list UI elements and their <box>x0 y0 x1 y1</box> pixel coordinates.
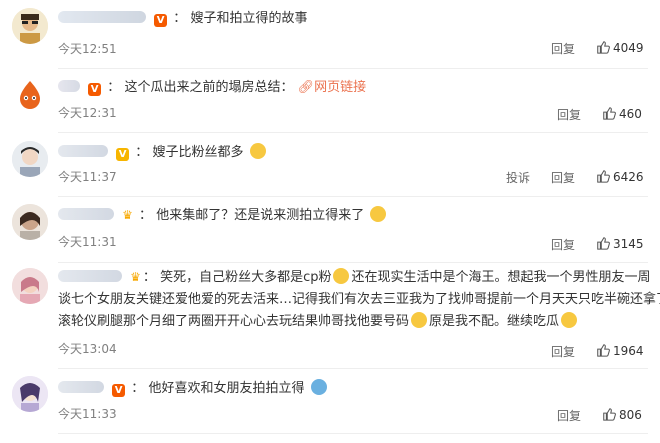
comment-header: V ： 这个瓜出来之前的塌房总结： 🔗︎网页链接 <box>58 79 366 97</box>
grinning-emoji-icon <box>411 312 428 328</box>
colon: ： <box>139 208 153 223</box>
like-count: 460 <box>619 107 642 121</box>
reply-button[interactable]: 回复 <box>557 106 581 123</box>
comment-text-part: 笑死，自己粉丝大多都是cp粉 <box>160 270 332 285</box>
reply-button[interactable]: 回复 <box>551 236 575 253</box>
avatar[interactable] <box>12 76 48 112</box>
thinking-emoji-icon <box>370 206 387 222</box>
like-button[interactable]: 3145 <box>596 236 644 251</box>
link-icon: 🔗︎ <box>297 80 315 95</box>
reply-button[interactable]: 回复 <box>551 169 575 186</box>
avatar[interactable] <box>12 8 48 44</box>
comment-text: 嫂子比粉丝都多 <box>152 145 244 160</box>
verified-icon: V <box>88 83 102 96</box>
crown-icon: ♛ <box>130 270 141 284</box>
timestamp: 今天12:51 <box>58 42 117 56</box>
avatar[interactable] <box>12 268 48 304</box>
username-blur[interactable] <box>58 11 146 23</box>
divider <box>58 262 648 263</box>
thumbs-up-icon <box>597 41 610 54</box>
reply-button[interactable]: 回复 <box>551 40 575 57</box>
comment-text: 他来集邮了？还是说来测拍立得来了 <box>156 208 365 223</box>
timestamp: 今天11:31 <box>58 235 117 249</box>
divider <box>58 433 648 434</box>
comment-text: 他好喜欢和女朋友拍拍立得 <box>148 381 305 396</box>
reply-button[interactable]: 回复 <box>557 407 581 424</box>
thumbs-up-icon <box>597 237 610 250</box>
username-blur[interactable] <box>58 208 114 220</box>
timestamp: 今天11:37 <box>58 170 117 184</box>
eating-emoji-icon <box>561 312 578 328</box>
username-blur[interactable] <box>58 145 108 157</box>
divider <box>58 68 648 69</box>
like-count: 806 <box>619 408 642 422</box>
timestamp: 今天11:33 <box>58 407 117 421</box>
doraemon-emoji-icon <box>310 379 327 395</box>
divider <box>58 132 648 133</box>
like-count: 4049 <box>613 41 644 55</box>
username-blur[interactable] <box>58 80 80 92</box>
divider <box>58 196 648 197</box>
comment-header: V ： 他好喜欢和女朋友拍拍立得 <box>58 379 329 398</box>
comment-header: V ： 嫂子比粉丝都多 <box>58 143 268 162</box>
colon: ： <box>142 270 156 285</box>
web-link[interactable]: 🔗︎网页链接 <box>298 80 367 95</box>
like-button[interactable]: 1964 <box>596 343 644 358</box>
comment-text: 这个瓜出来之前的塌房总结： <box>124 80 294 95</box>
report-button[interactable]: 投诉 <box>506 169 530 186</box>
colon: ： <box>131 381 145 396</box>
colon: ： <box>173 11 187 26</box>
like-button[interactable]: 6426 <box>596 169 644 184</box>
laughing-emoji-icon <box>333 268 350 284</box>
comment-line-1: ♛： 笑死，自己粉丝大多都是cp粉 还在现实生活中是个海王。想起我一个男性朋友一周 <box>58 266 652 289</box>
username-blur[interactable] <box>58 381 104 393</box>
comment-line-2: 谈七个女朋友关键还爱他爱的死去活来…记得我们有次去三亚我为了找帅哥提前一个月天天… <box>58 292 660 307</box>
like-button[interactable]: 806 <box>602 407 642 422</box>
comment-text: ♛： 笑死，自己粉丝大多都是cp粉 还在现实生活中是个海王。想起我一个男性朋友一周… <box>58 266 660 333</box>
verified-icon: V <box>116 148 130 161</box>
comment-text-part: 滚轮仪刷腿那个月细了两圈开开心心去玩结果帅哥找他要号码 <box>58 314 410 329</box>
comment-text-part: 原是我不配。继续吃瓜 <box>429 314 560 329</box>
avatar[interactable] <box>12 204 48 240</box>
timestamp: 今天12:31 <box>58 106 117 120</box>
comment-text-part: 还在现实生活中是个海王。想起我一个男性朋友一周 <box>351 270 651 285</box>
thumbs-up-icon <box>603 107 616 120</box>
like-button[interactable]: 4049 <box>596 40 644 55</box>
username-blur[interactable] <box>58 270 122 282</box>
colon: ： <box>135 145 149 160</box>
like-count: 6426 <box>613 170 644 184</box>
divider <box>58 368 648 369</box>
verified-icon: V <box>154 14 168 27</box>
timestamp: 今天13:04 <box>58 342 117 356</box>
avatar[interactable] <box>12 141 48 177</box>
colon: ： <box>107 80 121 95</box>
thumbs-up-icon <box>603 408 616 421</box>
comment-text: 嫂子和拍立得的故事 <box>190 11 308 26</box>
thumbs-up-icon <box>597 344 610 357</box>
comment-line-3: 滚轮仪刷腿那个月细了两圈开开心心去玩结果帅哥找他要号码 原是我不配。继续吃瓜 <box>58 311 652 333</box>
reply-button[interactable]: 回复 <box>551 343 575 360</box>
like-count: 3145 <box>613 237 644 251</box>
like-button[interactable]: 460 <box>602 106 642 121</box>
comment-header: V ： 嫂子和拍立得的故事 <box>58 10 307 28</box>
comment-header: ♛ ： 他来集邮了？还是说来测拍立得来了 <box>58 206 388 225</box>
like-count: 1964 <box>613 344 644 358</box>
avatar[interactable] <box>12 376 48 412</box>
thumbs-up-icon <box>597 170 610 183</box>
verified-icon: V <box>112 384 126 397</box>
laughing-emoji-icon <box>249 143 266 159</box>
crown-icon: ♛ <box>122 208 133 222</box>
